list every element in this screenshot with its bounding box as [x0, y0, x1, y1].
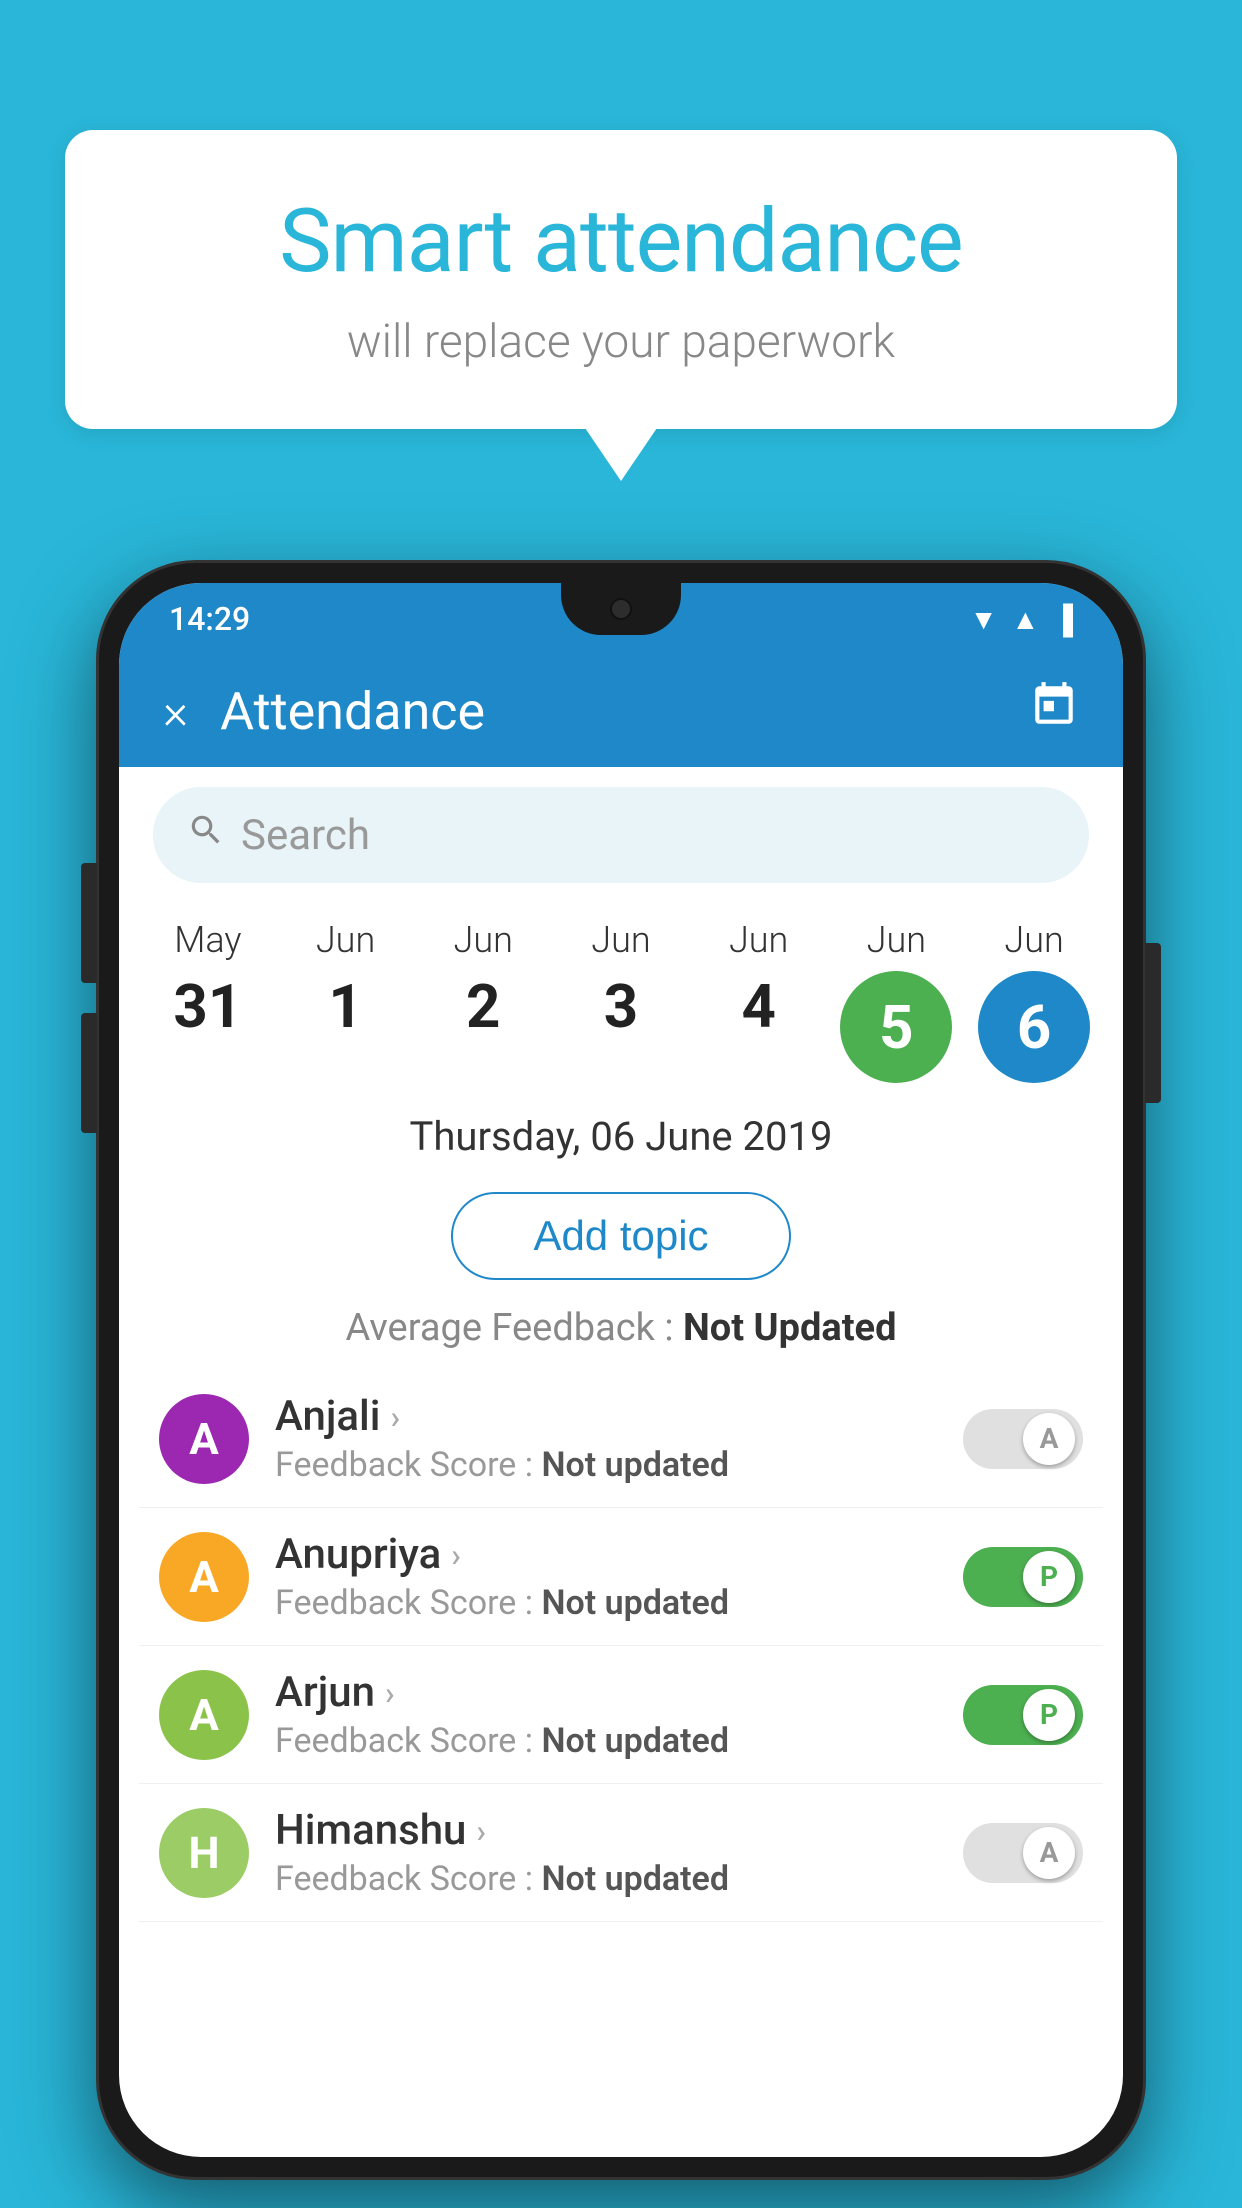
student-info: Himanshu › Feedback Score : Not updated	[275, 1806, 937, 1899]
list-item: A Arjun › Feedback Score : Not updated	[139, 1646, 1103, 1784]
toggle-knob: P	[1023, 1551, 1075, 1603]
attendance-toggle-on[interactable]: P	[963, 1685, 1083, 1745]
toggle-container[interactable]: A	[963, 1409, 1083, 1469]
search-icon	[187, 811, 225, 859]
chevron-right-icon: ›	[451, 1536, 461, 1574]
avatar: A	[159, 1670, 249, 1760]
date-day-jun2: 2	[466, 971, 500, 1042]
close-button[interactable]: ×	[163, 683, 188, 740]
speech-bubble-subtitle: will replace your paperwork	[145, 315, 1097, 369]
date-month-jun2: Jun	[454, 919, 513, 961]
date-month-jun1: Jun	[316, 919, 375, 961]
date-day-may31: 31	[173, 971, 242, 1042]
toggle-knob: A	[1023, 1827, 1075, 1879]
chevron-right-icon: ›	[476, 1812, 486, 1850]
student-name[interactable]: Arjun ›	[275, 1668, 937, 1717]
date-month-jun3: Jun	[591, 919, 650, 961]
volume-down-button	[81, 1013, 97, 1133]
power-button	[1145, 943, 1161, 1103]
date-col-jun5[interactable]: Jun 5	[836, 919, 956, 1083]
student-info: Anupriya › Feedback Score : Not updated	[275, 1530, 937, 1623]
date-col-jun6[interactable]: Jun 6	[974, 919, 1094, 1083]
list-item: A Anupriya › Feedback Score : Not update…	[139, 1508, 1103, 1646]
phone-container: 14:29 ▼ ▲ ▐ × Attendance	[96, 560, 1146, 2180]
toggle-container[interactable]: A	[963, 1823, 1083, 1883]
add-topic-section: Add topic	[119, 1192, 1123, 1280]
date-col-jun1[interactable]: Jun 1	[286, 919, 406, 1042]
avg-feedback: Average Feedback : Not Updated	[119, 1298, 1123, 1370]
selected-date-text: Thursday, 06 June 2019	[410, 1113, 833, 1160]
chevron-right-icon: ›	[385, 1674, 395, 1712]
date-circle-jun5: 5	[840, 971, 952, 1083]
date-col-jun2[interactable]: Jun 2	[423, 919, 543, 1042]
speech-bubble: Smart attendance will replace your paper…	[65, 130, 1177, 429]
speech-bubble-title: Smart attendance	[145, 190, 1097, 293]
status-time: 14:29	[169, 600, 250, 638]
date-day-jun5: 5	[879, 992, 913, 1063]
avatar: A	[159, 1532, 249, 1622]
search-placeholder: Search	[241, 811, 370, 860]
student-name[interactable]: Anupriya ›	[275, 1530, 937, 1579]
phone-screen: 14:29 ▼ ▲ ▐ × Attendance	[119, 583, 1123, 2157]
date-circle-jun6: 6	[978, 971, 1090, 1083]
notch	[561, 583, 681, 635]
student-list: A Anjali › Feedback Score : Not updated	[119, 1370, 1123, 1922]
status-icons: ▼ ▲ ▐	[970, 603, 1073, 636]
avatar: H	[159, 1808, 249, 1898]
battery-icon: ▐	[1053, 603, 1073, 636]
avatar: A	[159, 1394, 249, 1484]
date-month-jun4: Jun	[729, 919, 788, 961]
date-day-jun1: 1	[328, 971, 362, 1042]
student-feedback: Feedback Score : Not updated	[275, 1583, 937, 1623]
toggle-knob: A	[1023, 1413, 1075, 1465]
attendance-toggle-off[interactable]: A	[963, 1823, 1083, 1883]
date-col-jun4[interactable]: Jun 4	[699, 919, 819, 1042]
toggle-container[interactable]: P	[963, 1685, 1083, 1745]
date-day-jun3: 3	[604, 971, 638, 1042]
app-header: × Attendance	[119, 655, 1123, 767]
date-day-jun4: 4	[741, 971, 775, 1042]
signal-icon: ▲	[1011, 603, 1039, 636]
date-month-jun5: Jun	[867, 919, 926, 961]
avg-feedback-label: Average Feedback :	[346, 1306, 674, 1350]
list-item: A Anjali › Feedback Score : Not updated	[139, 1370, 1103, 1508]
add-topic-button[interactable]: Add topic	[451, 1192, 790, 1280]
date-month-may31: May	[174, 919, 241, 961]
attendance-toggle-on[interactable]: P	[963, 1547, 1083, 1607]
date-month-jun6: Jun	[1004, 919, 1063, 961]
calendar-icon[interactable]	[1029, 680, 1079, 742]
search-bar[interactable]: Search	[153, 787, 1089, 883]
status-bar: 14:29 ▼ ▲ ▐	[119, 583, 1123, 655]
speech-bubble-container: Smart attendance will replace your paper…	[65, 130, 1177, 429]
student-info: Anjali › Feedback Score : Not updated	[275, 1392, 937, 1485]
student-feedback: Feedback Score : Not updated	[275, 1445, 937, 1485]
header-title: Attendance	[220, 681, 1029, 742]
student-name[interactable]: Himanshu ›	[275, 1806, 937, 1855]
student-info: Arjun › Feedback Score : Not updated	[275, 1668, 937, 1761]
selected-date-section: Thursday, 06 June 2019	[119, 1083, 1123, 1174]
list-item: H Himanshu › Feedback Score : Not update…	[139, 1784, 1103, 1922]
toggle-container[interactable]: P	[963, 1547, 1083, 1607]
date-strip: May 31 Jun 1 Jun 2 Jun 3	[119, 903, 1123, 1083]
date-col-may31[interactable]: May 31	[148, 919, 268, 1042]
toggle-knob: P	[1023, 1689, 1075, 1741]
wifi-icon: ▼	[970, 603, 998, 636]
avg-feedback-value: Not Updated	[683, 1306, 897, 1350]
student-name[interactable]: Anjali ›	[275, 1392, 937, 1441]
student-feedback: Feedback Score : Not updated	[275, 1859, 937, 1899]
phone-body: 14:29 ▼ ▲ ▐ × Attendance	[96, 560, 1146, 2180]
notch-camera	[610, 598, 632, 620]
student-feedback: Feedback Score : Not updated	[275, 1721, 937, 1761]
volume-up-button	[81, 863, 97, 983]
attendance-toggle-off[interactable]: A	[963, 1409, 1083, 1469]
date-col-jun3[interactable]: Jun 3	[561, 919, 681, 1042]
date-day-jun6: 6	[1017, 992, 1051, 1063]
chevron-right-icon: ›	[390, 1398, 400, 1436]
